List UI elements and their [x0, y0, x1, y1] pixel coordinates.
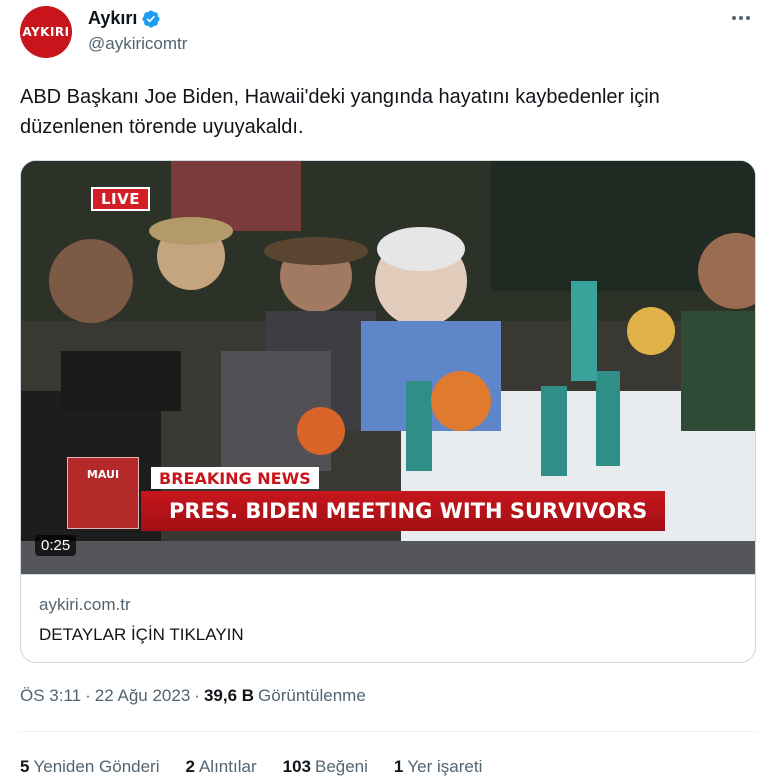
reposts-count: 5	[20, 757, 30, 776]
card-domain: aykiri.com.tr	[39, 595, 131, 614]
bookmarks-count: 1	[393, 757, 404, 776]
live-badge: LIVE	[91, 187, 150, 211]
display-name[interactable]: Aykırı	[88, 8, 137, 29]
engagement-stats: 5 Yeniden Gönderi 2 Alıntılar 103 Beğeni…	[20, 757, 482, 777]
verified-badge-icon[interactable]	[141, 9, 161, 29]
maui-badge: MAUI	[67, 457, 139, 529]
views-count: 39,6 B	[203, 686, 255, 705]
tweet-text: ABD Başkanı Joe Biden, Hawaii'deki yangı…	[20, 82, 750, 142]
reposts-stat[interactable]: 5 Yeniden Gönderi	[20, 757, 160, 777]
quotes-label: Alıntılar	[198, 757, 257, 776]
likes-count: 103	[282, 757, 311, 776]
reposts-label: Yeniden Gönderi	[33, 757, 160, 776]
meta-separator: ·	[194, 686, 200, 705]
quotes-stat[interactable]: 2 Alıntılar	[186, 757, 257, 777]
divider	[20, 731, 756, 732]
tweet: AYKIRI Aykırı @aykiricomtr ABD Başkanı J…	[0, 0, 770, 779]
tweet-time[interactable]: ÖS 3:11	[20, 686, 81, 706]
more-options-icon[interactable]	[726, 8, 756, 28]
video-duration: 0:25	[35, 535, 77, 556]
tweet-text-line: düzenlenen törende uyuyakaldı.	[20, 116, 304, 138]
meta-separator: ·	[85, 686, 91, 705]
tweet-text-line: ABD Başkanı Joe Biden, Hawaii'deki yangı…	[20, 86, 660, 108]
author-name-row: Aykırı	[88, 8, 161, 29]
news-headline: PRES. BIDEN MEETING WITH SURVIVORS	[141, 491, 665, 531]
views-label: Görüntülenme	[258, 686, 366, 705]
link-card[interactable]: LIVE MAUI BREAKING NEWS PRES. BIDEN MEET…	[20, 160, 756, 663]
author-handle[interactable]: @aykiricomtr	[88, 34, 187, 54]
avatar[interactable]: AYKIRI	[20, 6, 72, 58]
likes-stat[interactable]: 103 Beğeni	[283, 757, 368, 777]
breaking-news-label: BREAKING NEWS	[151, 467, 319, 489]
avatar-logo-text: AYKIRI	[22, 25, 70, 39]
card-title[interactable]: DETAYLAR İÇİN TIKLAYIN	[39, 625, 244, 645]
video-player[interactable]: LIVE MAUI BREAKING NEWS PRES. BIDEN MEET…	[21, 161, 755, 574]
likes-label: Beğeni	[314, 757, 368, 776]
card-info[interactable]: aykiri.com.tr DETAYLAR İÇİN TIKLAYIN	[21, 574, 755, 662]
bookmarks-stat[interactable]: 1 Yer işareti	[394, 757, 482, 777]
bookmarks-label: Yer işareti	[407, 757, 483, 776]
quotes-count: 2	[185, 757, 195, 776]
tweet-date[interactable]: 22 Ağu 2023	[95, 686, 190, 706]
tweet-meta: ÖS 3:11 · 22 Ağu 2023 · 39,6 B Görüntüle…	[20, 686, 366, 706]
